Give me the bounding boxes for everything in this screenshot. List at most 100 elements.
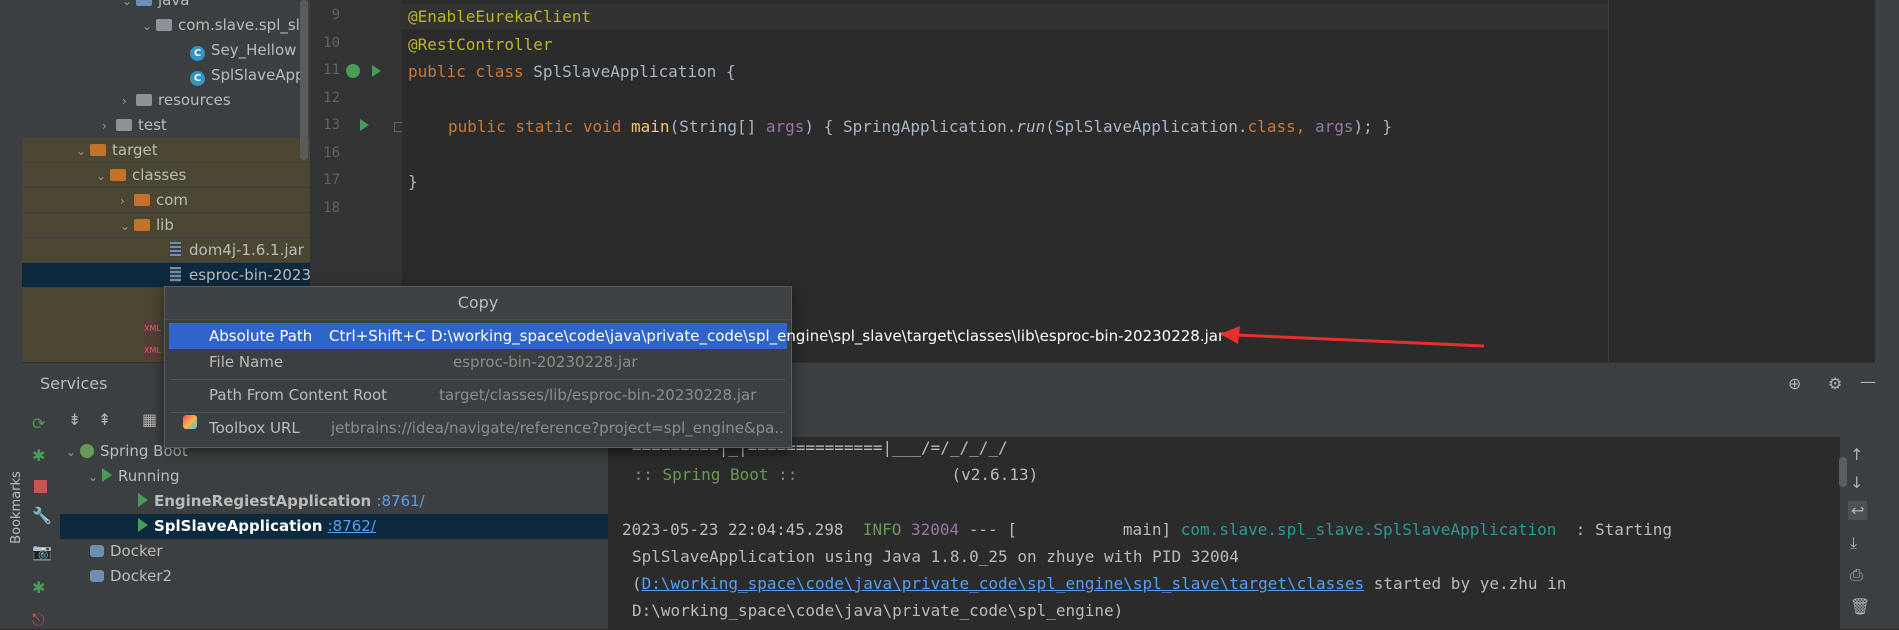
minimize-icon[interactable]: — <box>1860 372 1876 391</box>
debug-icon[interactable]: ✱ <box>32 446 45 465</box>
rerun-icon[interactable]: ⟳ <box>32 414 45 433</box>
xml-file-icon: XML <box>144 342 161 360</box>
jar-icon <box>170 267 181 282</box>
red-arrow-annotation <box>1220 326 1485 348</box>
line-number: 9 <box>331 7 340 23</box>
chevron-down-icon: ⌄ <box>142 19 153 33</box>
console-log-line4: D:\working_space\code\java\private_code\… <box>632 601 1124 620</box>
line-number: 10 <box>323 35 340 51</box>
camera-icon[interactable]: 📷 <box>32 542 52 561</box>
tree-item-target[interactable]: ⌄ target <box>22 138 310 162</box>
expand-all-icon[interactable]: ⇟ <box>68 410 81 429</box>
tree-item-class[interactable]: C SplSlaveAppli <box>190 63 310 87</box>
line-number: 12 <box>323 90 340 106</box>
run-icon <box>138 518 148 532</box>
line-number: 17 <box>323 172 340 188</box>
spring-boot-icon <box>80 444 94 458</box>
class-icon: C <box>190 46 205 61</box>
right-tool-strip <box>1875 0 1899 629</box>
debug-restart-icon[interactable]: ✱ <box>32 578 45 597</box>
scroll-end-icon[interactable]: ⤓ <box>1850 533 1857 553</box>
chevron-down-icon: ⌄ <box>120 219 131 233</box>
folder-icon <box>136 0 152 6</box>
arrow-down-icon[interactable]: ↓ <box>1850 473 1863 492</box>
tree-scrollbar[interactable] <box>300 0 308 160</box>
services-title: Services <box>40 374 108 393</box>
folder-icon <box>136 94 152 106</box>
target-icon[interactable]: ⊕ <box>1788 374 1801 393</box>
stop-icon[interactable] <box>34 480 47 493</box>
run-icon <box>102 468 112 482</box>
collapse-all-icon[interactable]: ⇞ <box>98 410 111 429</box>
exit-icon[interactable]: ⎋ <box>32 610 45 630</box>
arrow-up-icon[interactable]: ↑ <box>1850 445 1863 464</box>
menu-divider <box>171 379 785 380</box>
console-toolbar <box>608 402 1875 437</box>
service-spl-slave[interactable]: SplSlaveApplication :8762/ <box>60 514 608 539</box>
service-node-running[interactable]: ⌄ Running <box>88 464 179 489</box>
menu-item-absolute-path[interactable]: Absolute Path Ctrl+Shift+C D:\working_sp… <box>169 323 1224 349</box>
console-log-line2: SplSlaveApplication using Java 1.8.0_25 … <box>632 547 1239 566</box>
chevron-right-icon: › <box>102 119 107 133</box>
folder-icon <box>116 119 132 131</box>
menu-item-content-root[interactable]: Path From Content Root target/classes/li… <box>169 382 787 408</box>
spring-bean-icon[interactable] <box>346 64 360 78</box>
tree-item-com[interactable]: › com <box>22 188 310 212</box>
toolbox-icon <box>183 415 197 429</box>
popup-title: Copy <box>165 287 791 320</box>
arrow-shaft <box>1235 333 1485 348</box>
tree-item-test[interactable]: › test <box>102 113 167 137</box>
path-value: D:\working_space\code\java\private_code\… <box>431 327 1225 345</box>
line-number: 16 <box>323 145 340 161</box>
folder-icon <box>134 219 150 231</box>
trash-icon[interactable]: 🗑 <box>1850 597 1870 616</box>
soft-wrap-icon[interactable]: ↩ <box>1848 501 1868 520</box>
folder-icon <box>90 144 106 156</box>
tree-item-java[interactable]: ⌄ java <box>122 0 189 12</box>
line-number: 11 <box>323 62 340 78</box>
jar-icon <box>170 242 181 257</box>
print-icon[interactable]: ⎙ <box>1850 565 1863 585</box>
folder-icon <box>110 169 126 181</box>
console-log-line3: (D:\working_space\code\java\private_code… <box>632 574 1567 593</box>
right-margin-guide <box>1608 0 1609 362</box>
docker-icon <box>90 545 104 557</box>
menu-item-toolbox-url[interactable]: Toolbox URL jetbrains://idea/navigate/re… <box>169 415 787 441</box>
path-link[interactable]: D:\working_space\code\java\private_code\… <box>642 574 1364 593</box>
chevron-down-icon: ⌄ <box>96 169 107 183</box>
tree-item-class[interactable]: C Sey_Hellow <box>190 38 296 62</box>
folder-icon <box>134 194 150 206</box>
tree-item-lib[interactable]: ⌄ lib <box>22 213 310 237</box>
code-line-10: @RestController <box>408 35 553 54</box>
chevron-right-icon: › <box>120 194 125 208</box>
service-docker[interactable]: Docker <box>90 539 163 564</box>
run-gutter-icon[interactable] <box>360 119 369 131</box>
xml-file-icon: XML <box>144 320 161 338</box>
run-gutter-icon[interactable] <box>372 65 381 77</box>
service-docker2[interactable]: Docker2 <box>90 564 172 589</box>
console-log-line: 2023-05-23 22:04:45.298 INFO 32004 --- [… <box>622 520 1672 539</box>
tree-item-package[interactable]: ⌄ com.slave.spl_sla <box>142 13 309 37</box>
class-icon: C <box>190 71 205 86</box>
port-link[interactable]: :8762/ <box>328 517 376 535</box>
tree-item-resources[interactable]: › resources <box>122 88 231 112</box>
chevron-down-icon: ⌄ <box>76 144 87 158</box>
group-icon[interactable]: ▦ <box>142 410 157 429</box>
console-spring-boot-line: :: Spring Boot :: (v2.6.13) <box>624 465 1039 484</box>
console-scrollbar[interactable] <box>1839 457 1847 487</box>
arrow-head <box>1220 326 1240 344</box>
menu-divider <box>171 412 785 413</box>
chevron-down-icon: ⌄ <box>122 0 133 8</box>
tree-item-jar-selected[interactable]: esproc-bin-2023 <box>22 263 310 287</box>
gear-icon[interactable]: ⚙ <box>1828 374 1842 393</box>
tree-item-jar[interactable]: dom4j-1.6.1.jar <box>22 238 310 262</box>
port-link[interactable]: :8761/ <box>376 492 424 510</box>
tree-item-classes[interactable]: ⌄ classes <box>22 163 310 187</box>
services-toolbar: ⟳ ✱ 🔧 📷 ✱ ⎋ <box>22 402 61 629</box>
package-icon <box>156 19 172 31</box>
line-number: 18 <box>323 200 340 216</box>
service-engine-regiest[interactable]: EngineRegiestApplication :8761/ <box>138 489 425 514</box>
wrench-icon[interactable]: 🔧 <box>32 506 52 525</box>
chevron-down-icon: ⌄ <box>88 470 99 484</box>
menu-item-file-name[interactable]: File Name esproc-bin-20230228.jar <box>169 349 787 375</box>
